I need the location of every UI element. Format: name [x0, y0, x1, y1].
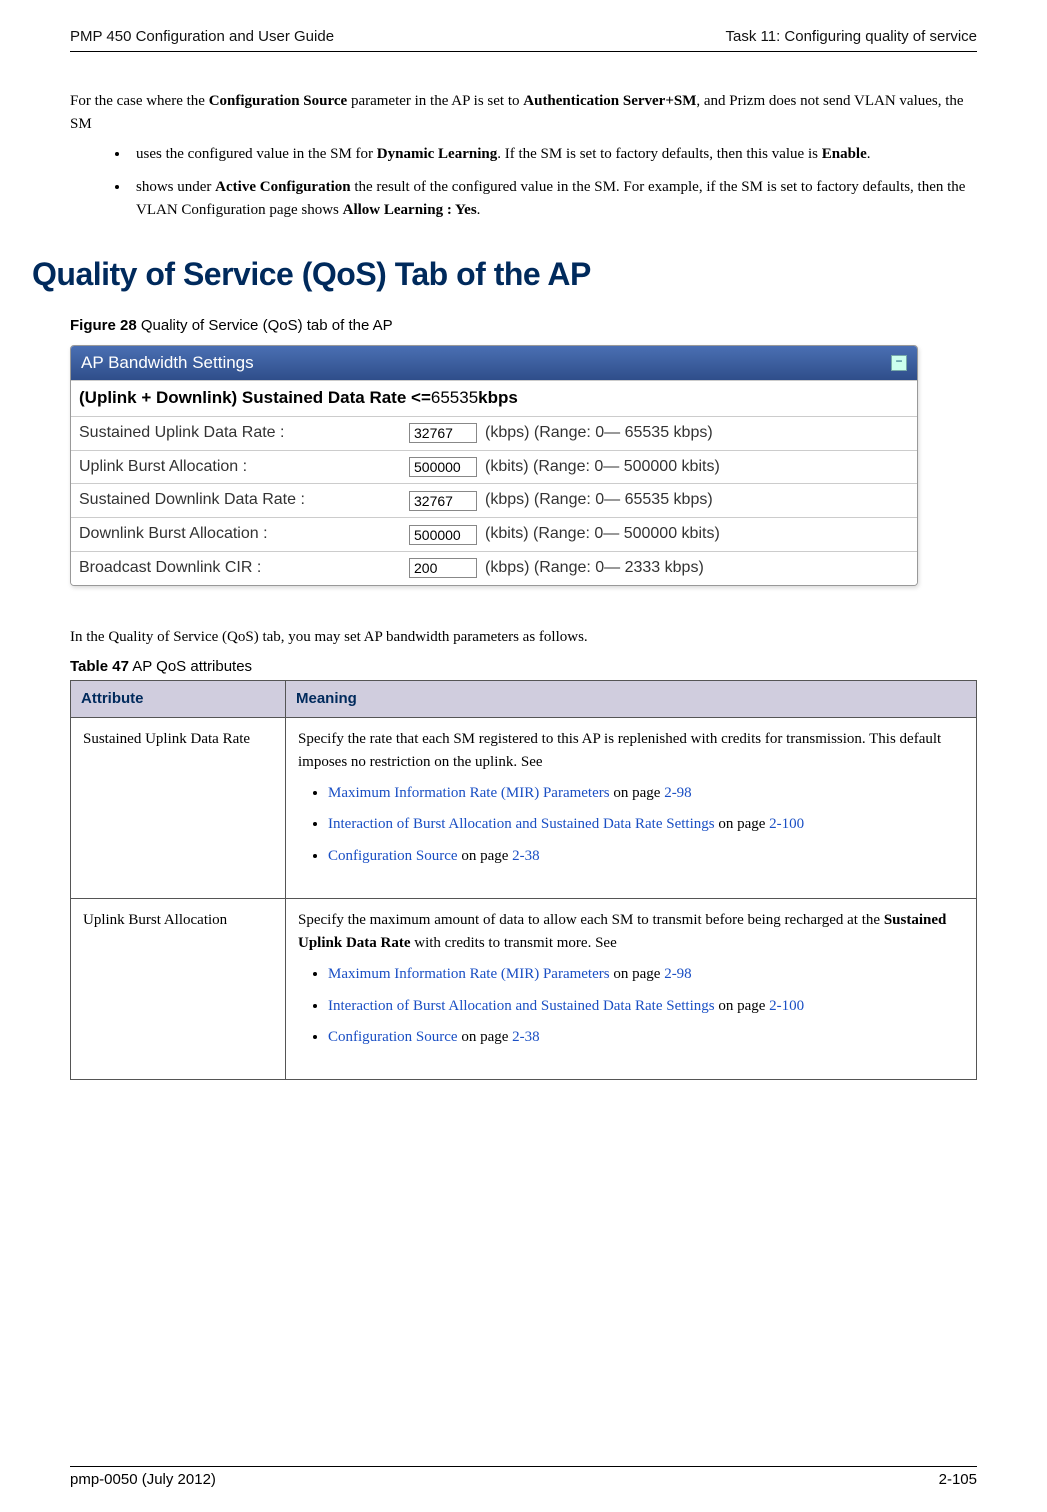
cell-text: Specify the maximum amount of data to al…: [298, 909, 964, 956]
text: on page: [458, 848, 513, 864]
text: parameter in the AP is set to: [347, 93, 523, 109]
text: on page: [715, 998, 770, 1014]
bold-text: Active Configuration: [215, 179, 350, 195]
text: .: [477, 202, 481, 218]
text: on page: [610, 785, 665, 801]
paragraph: In the Quality of Service (QoS) tab, you…: [70, 626, 977, 649]
field-hint: (kbits) (Range: 0— 500000 kbits): [485, 522, 720, 547]
page-ref-link[interactable]: 2-98: [664, 966, 692, 982]
text: Specify the maximum amount of data to al…: [298, 912, 884, 928]
bold-text: Dynamic Learning: [377, 146, 497, 162]
field-hint: (kbps) (Range: 0— 65535 kbps): [485, 421, 713, 446]
field-input[interactable]: [409, 491, 477, 511]
list-item: Interaction of Burst Allocation and Sust…: [328, 813, 964, 836]
page-header: PMP 450 Configuration and User Guide Tas…: [70, 28, 977, 52]
field-input[interactable]: [409, 457, 477, 477]
panel-field-row: Uplink Burst Allocation : (kbits) (Range:…: [71, 450, 917, 484]
field-input[interactable]: [409, 558, 477, 578]
figure-caption: Figure 28 Quality of Service (QoS) tab o…: [70, 314, 977, 337]
cell-link-list: Maximum Information Rate (MIR) Parameter…: [298, 963, 964, 1049]
intro-bullets: uses the configured value in the SM for …: [70, 143, 977, 223]
collapse-icon[interactable]: −: [891, 355, 907, 371]
page-ref-link[interactable]: 2-38: [512, 848, 540, 864]
page-ref-link[interactable]: 2-100: [769, 816, 804, 832]
text: on page: [610, 966, 665, 982]
bullet-item: uses the configured value in the SM for …: [130, 143, 977, 166]
attribute-cell: Sustained Uplink Data Rate: [71, 717, 286, 898]
list-item: Interaction of Burst Allocation and Sust…: [328, 995, 964, 1018]
meaning-cell: Specify the maximum amount of data to al…: [286, 898, 977, 1079]
panel-field-row: Sustained Uplink Data Rate : (kbps) (Rang…: [71, 416, 917, 450]
page-content: For the case where the Configuration Sou…: [70, 52, 977, 1080]
intro-paragraph: For the case where the Configuration Sou…: [70, 90, 977, 137]
field-hint: (kbps) (Range: 0— 2333 kbps): [485, 556, 704, 581]
text: with credits to transmit more. See: [411, 935, 617, 951]
page-footer: pmp-0050 (July 2012) 2-105: [70, 1466, 977, 1488]
qos-attributes-table: Attribute Meaning Sustained Uplink Data …: [70, 680, 977, 1080]
meaning-cell: Specify the rate that each SM registered…: [286, 717, 977, 898]
field-hint: (kbps) (Range: 0— 65535 kbps): [485, 488, 713, 513]
field-label: Sustained Uplink Data Rate :: [79, 421, 409, 446]
bullet-item: shows under Active Configuration the res…: [130, 176, 977, 223]
table-number: Table 47: [70, 658, 129, 675]
cell-text: Specify the rate that each SM registered…: [298, 728, 964, 775]
header-right: Task 11: Configuring quality of service: [725, 28, 977, 45]
text: kbps: [478, 385, 518, 411]
text: For the case where the: [70, 93, 209, 109]
cross-ref-link[interactable]: Maximum Information Rate (MIR) Parameter…: [328, 966, 610, 982]
table-row: Uplink Burst Allocation Specify the maxim…: [71, 898, 977, 1079]
cross-ref-link[interactable]: Maximum Information Rate (MIR) Parameter…: [328, 785, 610, 801]
panel-field-row: Broadcast Downlink CIR : (kbps) (Range: 0…: [71, 551, 917, 585]
cross-ref-link[interactable]: Configuration Source: [328, 848, 458, 864]
panel-field-row: Sustained Downlink Data Rate : (kbps) (Ra…: [71, 483, 917, 517]
figure-text: Quality of Service (QoS) tab of the AP: [137, 317, 393, 334]
cross-ref-link[interactable]: Configuration Source: [328, 1029, 458, 1045]
page-ref-link[interactable]: 2-38: [512, 1029, 540, 1045]
ap-bandwidth-panel: AP Bandwidth Settings − (Uplink + Downli…: [70, 345, 918, 586]
bold-text: Enable: [822, 146, 867, 162]
panel-field-row: Downlink Burst Allocation : (kbits) (Rang…: [71, 517, 917, 551]
text: .: [867, 146, 871, 162]
field-label: Downlink Burst Allocation :: [79, 522, 409, 547]
cell-link-list: Maximum Information Rate (MIR) Parameter…: [298, 782, 964, 868]
list-item: Maximum Information Rate (MIR) Parameter…: [328, 963, 964, 986]
field-label: Sustained Downlink Data Rate :: [79, 488, 409, 513]
bold-text: Authentication Server+SM: [523, 93, 696, 109]
cross-ref-link[interactable]: Interaction of Burst Allocation and Sust…: [328, 998, 715, 1014]
text: 65535: [431, 385, 478, 411]
field-label: Broadcast Downlink CIR :: [79, 556, 409, 581]
text: shows under: [136, 179, 215, 195]
page-ref-link[interactable]: 2-100: [769, 998, 804, 1014]
text: . If the SM is set to factory defaults, …: [497, 146, 822, 162]
table-row: Sustained Uplink Data Rate Specify the ra…: [71, 717, 977, 898]
text: on page: [458, 1029, 513, 1045]
text: uses the configured value in the SM for: [136, 146, 377, 162]
page-ref-link[interactable]: 2-98: [664, 785, 692, 801]
text: (Uplink + Downlink) Sustained Data Rate …: [79, 385, 431, 411]
bold-text: Configuration Source: [209, 93, 347, 109]
table-caption: Table 47 AP QoS attributes: [70, 655, 977, 678]
cross-ref-link[interactable]: Interaction of Burst Allocation and Sust…: [328, 816, 715, 832]
list-item: Maximum Information Rate (MIR) Parameter…: [328, 782, 964, 805]
text: on page: [715, 816, 770, 832]
table-header-attribute: Attribute: [71, 681, 286, 717]
panel-subheader: (Uplink + Downlink) Sustained Data Rate …: [71, 380, 917, 415]
figure-number: Figure 28: [70, 317, 137, 334]
panel-title-text: AP Bandwidth Settings: [81, 350, 254, 376]
table-header-meaning: Meaning: [286, 681, 977, 717]
field-hint: (kbits) (Range: 0— 500000 kbits): [485, 455, 720, 480]
field-input[interactable]: [409, 423, 477, 443]
header-left: PMP 450 Configuration and User Guide: [70, 28, 334, 45]
list-item: Configuration Source on page 2-38: [328, 845, 964, 868]
list-item: Configuration Source on page 2-38: [328, 1026, 964, 1049]
footer-left: pmp-0050 (July 2012): [70, 1471, 216, 1488]
panel-titlebar: AP Bandwidth Settings −: [71, 346, 917, 380]
footer-right: 2-105: [939, 1471, 977, 1488]
attribute-cell: Uplink Burst Allocation: [71, 898, 286, 1079]
table-text: AP QoS attributes: [129, 658, 252, 675]
field-label: Uplink Burst Allocation :: [79, 455, 409, 480]
section-title: Quality of Service (QoS) Tab of the AP: [32, 250, 977, 300]
bold-text: Allow Learning : Yes: [343, 202, 477, 218]
field-input[interactable]: [409, 525, 477, 545]
